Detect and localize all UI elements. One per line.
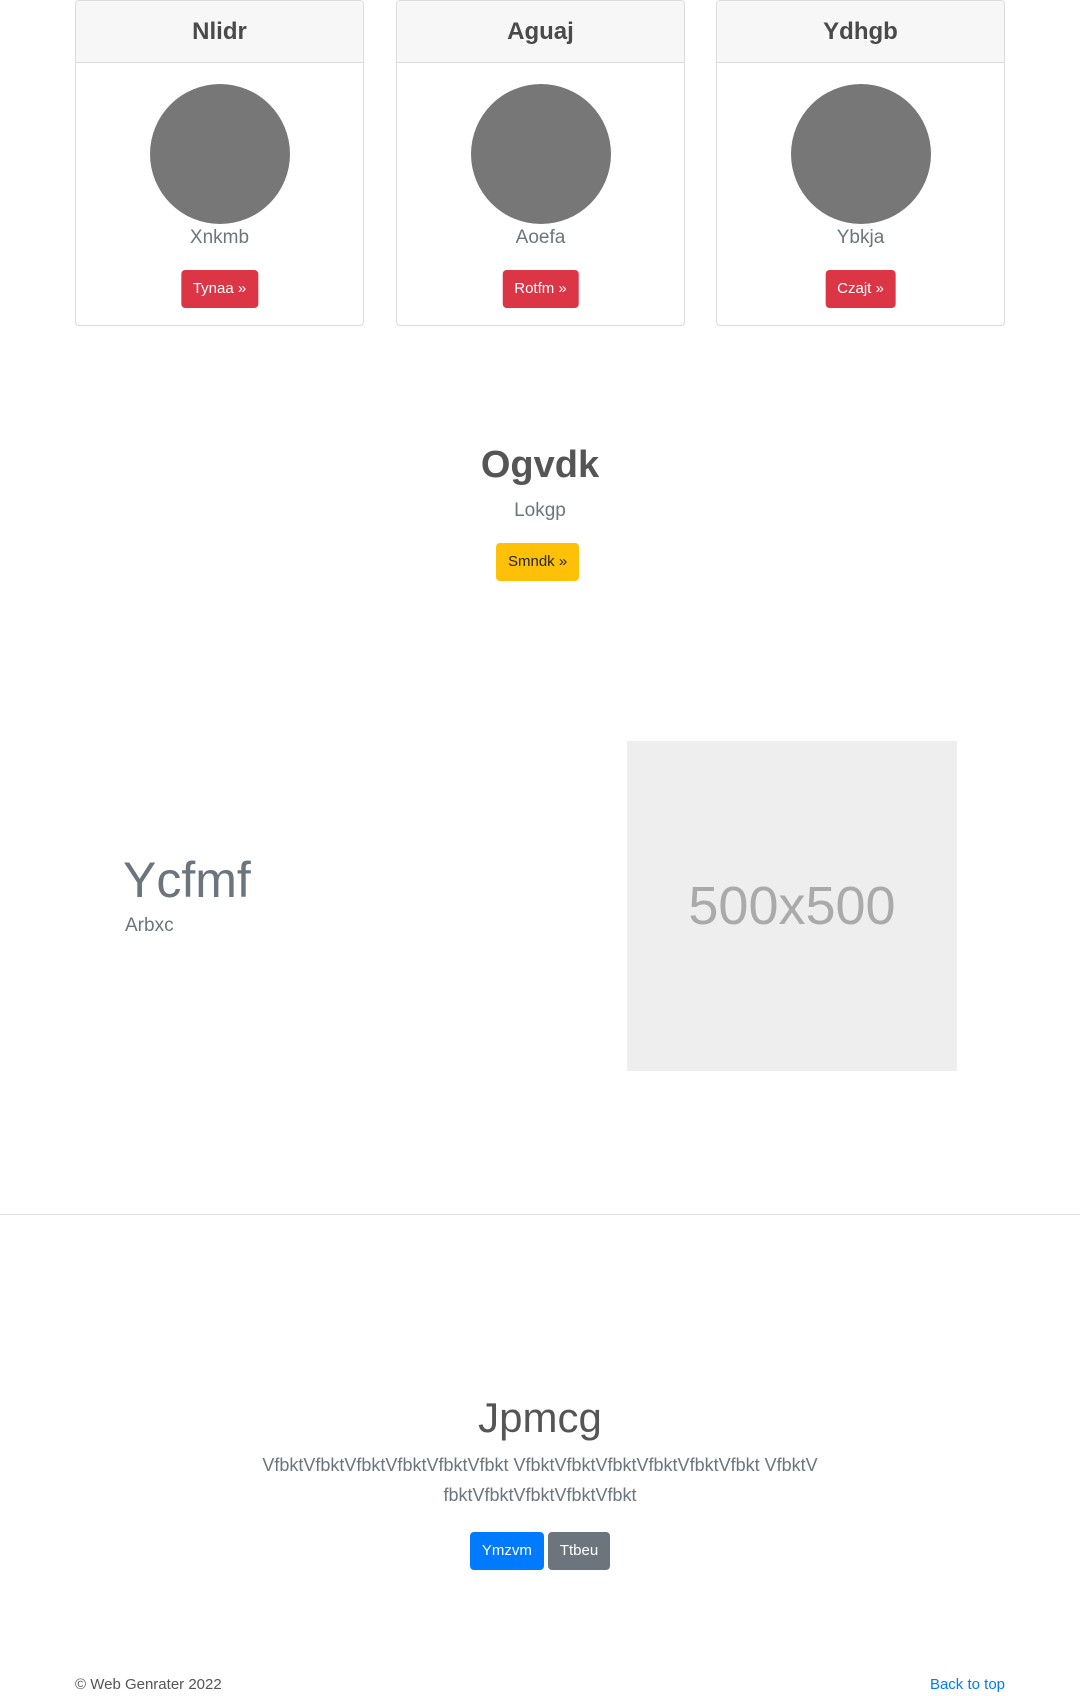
jumbotron-title: Jpmcg: [478, 1394, 602, 1441]
profile-card-3: Ydhgb Ybkja Czajt »: [716, 0, 1005, 326]
card-title: Ydhgb: [717, 1, 1004, 63]
profile-card-1: Nlidr Xnkmb Tynaa »: [75, 0, 364, 326]
jumbotron-buttons: Ymzvm Ttbeu: [0, 1532, 1080, 1570]
card-title: Nlidr: [76, 1, 363, 63]
jumbotron-text: VfbktVfbktVfbktVfbktVfbktVfbkt VfbktVfbk…: [262, 1455, 818, 1505]
profile-card-2: Aguaj Aoefa Rotfm »: [396, 0, 685, 326]
avatar: [149, 84, 290, 224]
card-button-3[interactable]: Czajt »: [825, 270, 896, 308]
primary-button[interactable]: Ymzvm: [469, 1532, 544, 1570]
placeholder-image: 500x500: [627, 741, 957, 1071]
divider: [0, 1214, 1080, 1215]
card-name: Ybkja: [836, 227, 885, 248]
card-name: Xnkmb: [189, 227, 250, 248]
section-button[interactable]: Smndk »: [496, 543, 580, 581]
card-title: Aguaj: [397, 1, 684, 63]
card-button-1[interactable]: Tynaa »: [180, 270, 259, 308]
footer-copyright: © Web Genrater 2022: [75, 1676, 222, 1693]
avatar: [470, 84, 611, 224]
section-subtitle: Lokgp: [514, 500, 566, 521]
avatar: [790, 84, 931, 224]
card-name: Aoefa: [515, 227, 566, 248]
card-button-2[interactable]: Rotfm »: [502, 270, 579, 308]
back-to-top-link[interactable]: Back to top: [930, 1676, 1005, 1693]
section-title: Ogvdk: [480, 444, 600, 486]
feature-title: Ycfmf: [123, 852, 251, 908]
placeholder-image-label: 500x500: [688, 876, 896, 936]
feature-subtitle: Arbxc: [125, 915, 174, 936]
secondary-button[interactable]: Ttbeu: [547, 1532, 611, 1570]
